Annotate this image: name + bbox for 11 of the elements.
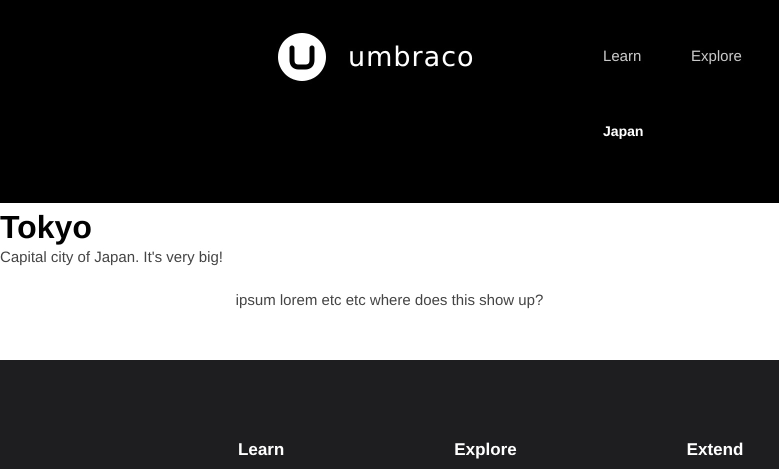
logo-text[interactable]: umbraco	[348, 42, 475, 72]
nav-link[interactable]: Explore	[691, 33, 742, 81]
footer-heading: Explore	[454, 440, 517, 461]
logo-icon[interactable]	[278, 33, 326, 81]
nav-link[interactable]: Learn	[603, 33, 642, 81]
page-title: Tokyo	[0, 209, 93, 245]
footer-heading: Extend	[686, 440, 744, 461]
body-text: ipsum lorem etc etc where does this show up?	[234, 292, 544, 309]
nav-link[interactable]: Japan	[603, 107, 644, 155]
page-subtitle: Capital city of Japan. It's very big!	[0, 249, 224, 266]
footer-heading: Learn	[238, 440, 284, 461]
